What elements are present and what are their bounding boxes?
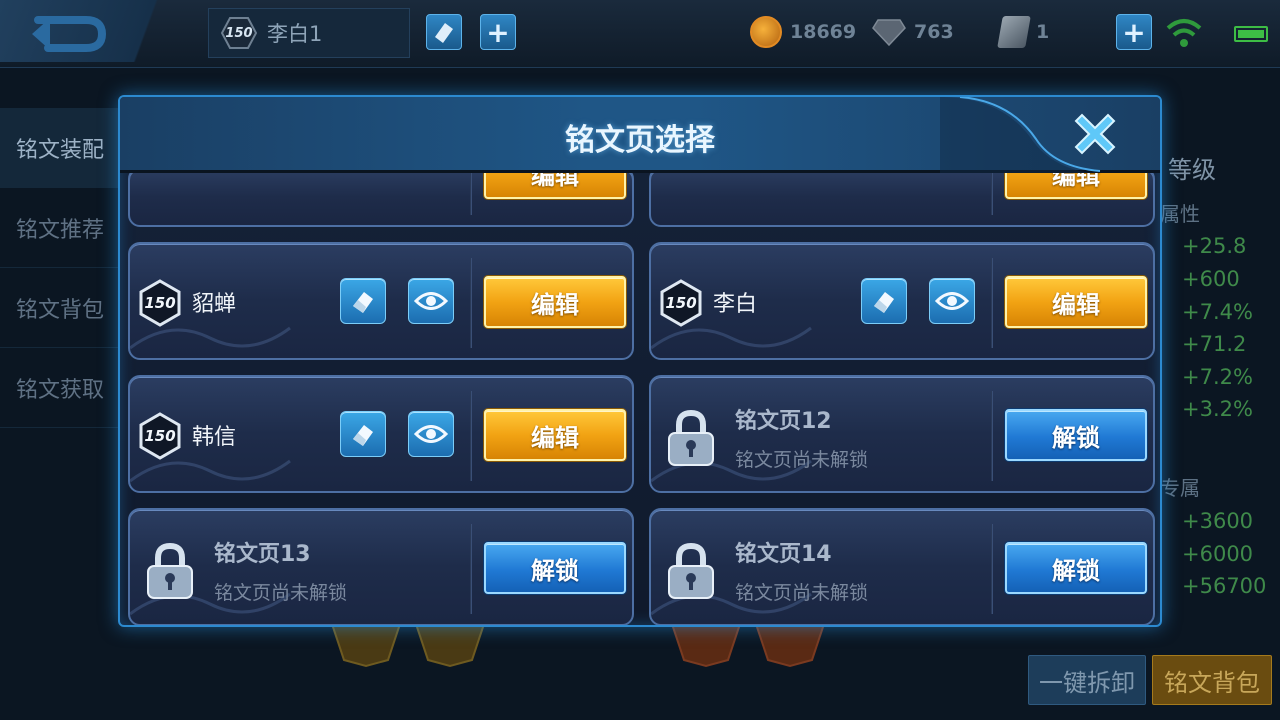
reset-button[interactable] [340,278,386,324]
attribute-value: +3.2% [1182,397,1253,421]
exclusive-value: +3600 [1182,509,1254,533]
eraser-icon [353,292,373,313]
rune-page-card-partial: 编辑 [649,167,1155,227]
diamond-amount: 763 [914,21,954,43]
plus-icon: + [1122,15,1146,49]
attribute-value: +71.2 [1182,332,1247,356]
rune-slot-icon [670,623,742,668]
rune-slot-icon [414,623,486,668]
wifi-icon [1166,19,1202,47]
exclusive-value: +56700 [1182,574,1267,598]
eye-icon [414,425,448,443]
add-button[interactable]: + [480,14,516,50]
padlock-icon [668,542,714,599]
attribute-value: +600 [1182,267,1240,291]
attribute-value: +7.4% [1182,300,1253,324]
nav-rune-equip[interactable]: 铭文装配 [0,108,120,188]
attribute-value: +25.8 [1182,234,1247,258]
unequip-all-button[interactable]: 一键拆卸 [1028,655,1146,705]
diamond-icon [872,19,906,46]
preview-button[interactable] [929,278,975,324]
unlock-button[interactable]: 解锁 [1005,542,1147,594]
diamond-display: 763 [872,14,954,50]
dialog-header: 铭文页选择 [120,97,1160,173]
page-title: 铭文页12 [735,409,832,434]
exclusive-section: 专属 [1160,476,1200,500]
rune-page-card-locked[interactable]: 铭文页12 铭文页尚未解锁 解锁 [649,375,1155,493]
back-arrow-icon [32,16,107,52]
rune-bag-button[interactable]: 铭文背包 [1152,655,1272,705]
rune-page-select-dialog: 编辑 编辑 150 貂蝉 编辑 150 李白 编辑 150 韩信 编辑 铭文页1… [118,95,1162,627]
rune-page-card-locked[interactable]: 铭文页13 铭文页尚未解锁 解锁 [128,508,634,625]
attribute-value: +7.2% [1182,365,1253,389]
level-label: 等级 [1168,156,1216,184]
eraser-icon [435,23,453,43]
edit-button[interactable]: 编辑 [1005,276,1147,328]
rune-page-card-locked[interactable]: 铭文页14 铭文页尚未解锁 解锁 [649,508,1155,625]
recharge-button[interactable]: + [1116,14,1152,50]
hero-name: 韩信 [192,425,237,450]
nav-rune-obtain[interactable]: 铭文获取 [0,348,120,428]
level-badge: 150 [138,279,182,327]
preview-button[interactable] [408,278,454,324]
left-nav: 铭文装配 铭文推荐 铭文背包 铭文获取 [0,108,120,428]
unlock-button[interactable]: 解锁 [484,542,626,594]
padlock-icon [147,542,193,599]
player-info: 150 李白1 [208,8,410,58]
reset-button[interactable] [340,411,386,457]
rune-slot-icon [754,623,826,668]
unlock-button[interactable]: 解锁 [1005,409,1147,461]
attribute-section: 属性 [1160,202,1200,226]
eraser-icon [353,425,373,446]
hero-name: 李白 [713,292,758,317]
page-title: 铭文页13 [214,542,311,567]
page-title: 铭文页14 [735,542,832,567]
player-name: 李白1 [267,22,323,46]
nav-rune-bag[interactable]: 铭文背包 [0,268,120,348]
gold-display: 18669 [750,14,856,50]
rune-page-card-partial: 编辑 [128,167,634,227]
gold-coin-icon [750,16,782,48]
page-status: 铭文页尚未解锁 [735,582,869,604]
rune-page-card[interactable]: 150 韩信 编辑 [128,375,634,493]
player-level: 150 [225,25,253,41]
preview-button[interactable] [408,411,454,457]
nav-rune-recommend[interactable]: 铭文推荐 [0,188,120,268]
gold-amount: 18669 [790,21,857,43]
close-x-icon [1074,113,1116,155]
close-button[interactable] [1066,105,1124,163]
level-badge: 150 [659,279,703,327]
edit-button[interactable]: 编辑 [484,276,626,328]
card-amount: 1 [1036,21,1050,43]
back-button[interactable] [0,0,200,62]
player-level-badge: 150 [221,17,257,49]
rune-page-card[interactable]: 150 貂蝉 编辑 [128,242,634,360]
eye-icon [414,292,448,310]
top-bar: 150 李白1 + 18669 763 1 + [0,0,1280,68]
exclusive-value: +6000 [1182,542,1254,566]
eye-icon [935,292,969,310]
padlock-icon [668,409,714,466]
edit-button[interactable]: 编辑 [484,409,626,461]
rune-page-list[interactable]: 编辑 编辑 150 貂蝉 编辑 150 李白 编辑 150 韩信 编辑 铭文页1… [120,97,1160,625]
rename-card-icon [997,16,1031,48]
rename-button[interactable] [426,14,462,50]
dialog-title: 铭文页选择 [565,123,715,158]
plus-icon: + [486,15,510,49]
page-status: 铭文页尚未解锁 [214,582,348,604]
page-status: 铭文页尚未解锁 [735,449,869,471]
rune-page-card[interactable]: 150 李白 编辑 [649,242,1155,360]
battery-icon [1234,26,1268,42]
reset-button[interactable] [861,278,907,324]
rune-slot-icon [330,623,402,668]
hero-name: 貂蝉 [192,292,237,317]
level-badge: 150 [138,412,182,460]
card-display: 1 [997,14,1050,50]
eraser-icon [874,292,894,313]
